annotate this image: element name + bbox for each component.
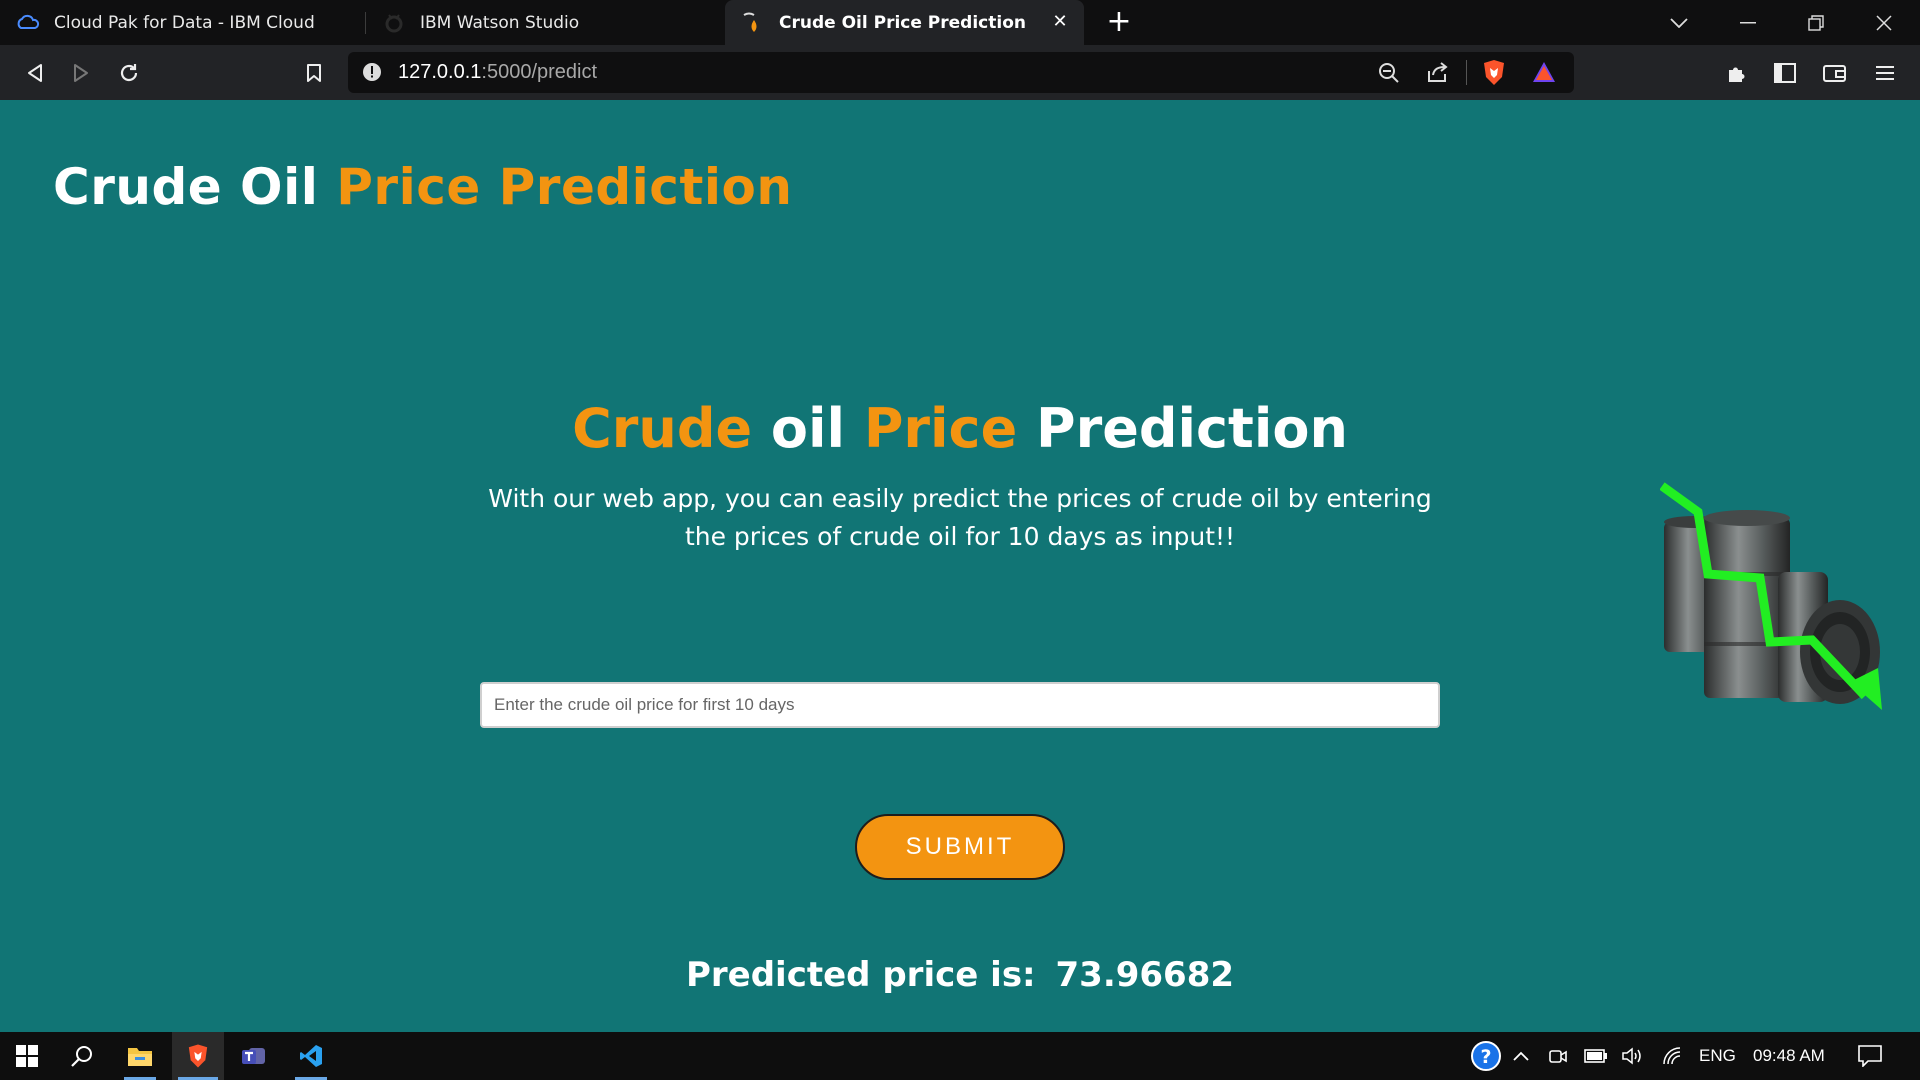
tab-search-chevron-icon[interactable] bbox=[1647, 0, 1711, 45]
site-logo-title: Crude Oil Price Prediction bbox=[53, 158, 792, 216]
battery-icon[interactable] bbox=[1578, 1032, 1614, 1080]
price-input[interactable] bbox=[480, 682, 1440, 728]
title-word-price: Price bbox=[863, 397, 1018, 460]
submit-button[interactable]: SUBMIT bbox=[855, 814, 1065, 880]
page-subtitle: With our web app, you can easily predict… bbox=[488, 484, 1432, 551]
volume-icon[interactable] bbox=[1614, 1032, 1650, 1080]
file-explorer-icon[interactable] bbox=[116, 1032, 164, 1080]
result-value: 73.96682 bbox=[1055, 955, 1235, 995]
tab-title: IBM Watson Studio bbox=[420, 12, 580, 33]
browser-tab-strip: Cloud Pak for Data - IBM Cloud IBM Watso… bbox=[0, 0, 1920, 45]
watson-icon bbox=[382, 11, 406, 35]
page-content: Crude Oil Price Prediction Crude oil Pri… bbox=[0, 100, 1920, 1032]
minimize-icon[interactable] bbox=[1716, 0, 1780, 45]
meet-now-icon[interactable] bbox=[1540, 1032, 1576, 1080]
url-host: 127.0.0.1 bbox=[398, 61, 482, 83]
teams-icon[interactable] bbox=[230, 1032, 278, 1080]
close-window-icon[interactable] bbox=[1852, 0, 1916, 45]
title-word-prediction: Prediction bbox=[1036, 397, 1348, 460]
brand-part2: Price Prediction bbox=[336, 158, 793, 216]
prediction-result: Predicted price is: 73.96682 bbox=[0, 955, 1920, 995]
extensions-icon[interactable] bbox=[1722, 58, 1752, 88]
brand-part1: Crude Oil bbox=[53, 158, 319, 216]
site-info-icon[interactable] bbox=[362, 62, 382, 86]
windows-taskbar: ? ENG 09:48 AM bbox=[0, 1032, 1920, 1080]
share-icon[interactable] bbox=[1426, 61, 1450, 87]
restore-icon[interactable] bbox=[1784, 0, 1848, 45]
brave-taskbar-icon[interactable] bbox=[172, 1032, 224, 1080]
language-indicator[interactable]: ENG bbox=[1699, 1032, 1736, 1080]
oil-drop-icon bbox=[741, 11, 765, 35]
tab-title: Crude Oil Price Prediction bbox=[779, 12, 1026, 33]
address-bar[interactable]: 127.0.0.1:5000/predict bbox=[348, 52, 1574, 93]
reload-icon[interactable] bbox=[114, 58, 144, 88]
forward-icon[interactable] bbox=[66, 58, 96, 88]
tab-title: Cloud Pak for Data - IBM Cloud bbox=[54, 12, 315, 33]
oil-barrels-falling-arrow-image bbox=[1660, 482, 1882, 710]
tab-cloud-pak[interactable]: Cloud Pak for Data - IBM Cloud bbox=[0, 0, 365, 45]
wifi-icon[interactable] bbox=[1655, 1032, 1691, 1080]
notifications-icon[interactable] bbox=[1846, 1032, 1894, 1080]
page-title: Crude oil Price Prediction bbox=[0, 397, 1920, 460]
back-icon[interactable] bbox=[20, 58, 50, 88]
sidebar-icon[interactable] bbox=[1770, 58, 1800, 88]
windows-start-icon[interactable] bbox=[3, 1032, 51, 1080]
close-tab-icon[interactable]: ✕ bbox=[1048, 10, 1072, 34]
brave-rewards-icon[interactable] bbox=[1532, 61, 1556, 87]
clock[interactable]: 09:48 AM bbox=[1753, 1032, 1825, 1080]
menu-icon[interactable] bbox=[1870, 58, 1900, 88]
zoom-icon[interactable] bbox=[1378, 62, 1400, 88]
brave-shields-icon[interactable] bbox=[1482, 59, 1506, 90]
chevron-up-icon[interactable] bbox=[1503, 1032, 1539, 1080]
url-text: 127.0.0.1:5000/predict bbox=[398, 52, 597, 93]
url-path: :5000/predict bbox=[481, 61, 598, 83]
tab-crude-oil[interactable]: Crude Oil Price Prediction ✕ bbox=[725, 0, 1084, 45]
title-word-oil: oil bbox=[770, 397, 846, 460]
new-tab-button[interactable]: + bbox=[1102, 6, 1136, 40]
svg-text:?: ? bbox=[1480, 1046, 1491, 1068]
title-word-crude: Crude bbox=[572, 397, 753, 460]
vscode-icon[interactable] bbox=[287, 1032, 335, 1080]
toolbar-divider bbox=[1466, 60, 1467, 85]
bookmark-icon[interactable] bbox=[299, 58, 329, 88]
result-label: Predicted price is: bbox=[685, 955, 1036, 995]
tab-watson-studio[interactable]: IBM Watson Studio bbox=[366, 0, 724, 45]
ibm-cloud-icon bbox=[16, 11, 40, 35]
search-icon[interactable] bbox=[58, 1032, 106, 1080]
wallet-icon[interactable] bbox=[1820, 58, 1850, 88]
